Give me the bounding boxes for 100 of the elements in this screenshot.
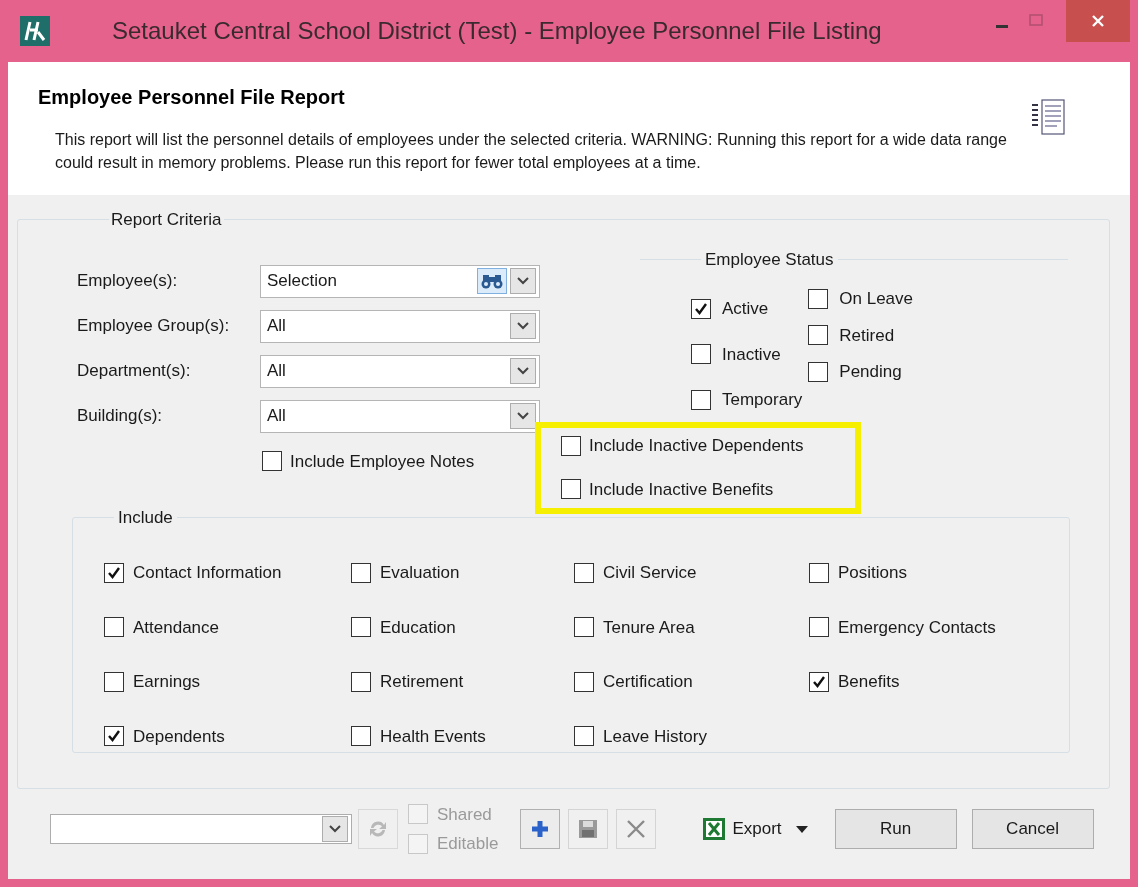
- checkbox[interactable]: [691, 389, 711, 410]
- dropdown-field[interactable]: All: [260, 354, 540, 388]
- spreadsheet-icon: [702, 817, 727, 841]
- checkbox-label: Earnings: [133, 671, 201, 693]
- chevron-down-icon: [517, 412, 529, 420]
- chevron-down-icon: [517, 322, 529, 330]
- maximize-icon: [1029, 14, 1043, 26]
- checkbox-label: Dependents: [133, 725, 225, 748]
- checkbox[interactable]: [351, 562, 371, 583]
- dropdown-field[interactable]: Selection: [260, 264, 540, 298]
- checkbox-label: Leave History: [603, 725, 707, 748]
- checkbox[interactable]: [574, 671, 594, 692]
- field-value: All: [267, 315, 287, 338]
- export-button[interactable]: Export: [702, 811, 808, 847]
- caret-icon: [795, 825, 808, 833]
- check-icon: [694, 301, 708, 316]
- checkbox[interactable]: [351, 671, 371, 692]
- save-icon: [578, 819, 599, 839]
- checkbox-label: Civil Service: [603, 562, 697, 584]
- save-button[interactable]: [568, 809, 609, 849]
- checkbox[interactable]: [809, 671, 829, 692]
- report-title: Employee Personnel File Report: [38, 85, 346, 110]
- checkbox[interactable]: [351, 617, 371, 638]
- field-value: All: [267, 360, 287, 383]
- checkbox-label: Temporary: [722, 389, 803, 411]
- checkbox[interactable]: [691, 298, 711, 319]
- group-title: Report Criteria: [110, 209, 223, 231]
- checkbox-label: Retirement: [380, 671, 464, 693]
- dropdown-button[interactable]: [510, 358, 536, 384]
- checkbox-label: Retired: [839, 324, 895, 347]
- window-title: Setauket Central School District (Test) - Employee Personnel File Listing: [112, 16, 882, 46]
- chevron-down-icon: [517, 367, 529, 375]
- checkbox-label: Certification: [603, 671, 693, 693]
- check-icon: [107, 729, 121, 744]
- minimize-icon: [996, 24, 1008, 28]
- checkbox[interactable]: [561, 435, 581, 456]
- checkbox[interactable]: [351, 726, 371, 747]
- dropdown-button[interactable]: [510, 268, 536, 294]
- checkbox-label: Editable: [437, 833, 499, 855]
- checkbox-label: Evaluation: [380, 562, 460, 584]
- checkbox[interactable]: [104, 671, 124, 692]
- checkbox[interactable]: [808, 288, 829, 309]
- checkbox[interactable]: [574, 562, 594, 583]
- close-icon: [1091, 14, 1105, 28]
- field-label: Employee(s):: [77, 270, 179, 293]
- chevron-down-icon: [329, 825, 341, 833]
- chevron-down-icon: [517, 277, 529, 285]
- checkbox-label: Tenure Area: [603, 616, 695, 639]
- checkbox-label: Contact Information: [133, 562, 282, 584]
- field-label: Building(s):: [77, 405, 164, 428]
- checkbox[interactable]: [809, 562, 829, 583]
- dialog-button[interactable]: Run: [834, 809, 957, 849]
- dropdown-field[interactable]: All: [260, 309, 540, 343]
- field-value: Selection: [267, 270, 338, 293]
- report-description: This report will list the personnel details of employees under the selected criteria. WARNING: Running this report for a wide data range could result in memory problems. Please run this report for fewer total employees at a time.: [55, 130, 1008, 173]
- group-title: Include: [117, 506, 174, 529]
- checkbox-label: Attendance: [133, 616, 219, 639]
- lookup-button[interactable]: [477, 268, 507, 294]
- checkbox-label: Include Employee Notes: [290, 450, 475, 473]
- checkbox-label: Include Inactive Benefits: [589, 478, 774, 501]
- checkbox-label: On Leave: [839, 288, 914, 310]
- checkbox-label: Inactive: [722, 343, 781, 366]
- dialog-button[interactable]: Cancel: [971, 809, 1094, 849]
- checkbox-label: Include Inactive Dependents: [589, 435, 804, 457]
- field-label: Department(s):: [77, 360, 192, 383]
- checkbox[interactable]: [574, 617, 594, 638]
- checkbox-label: Emergency Contacts: [838, 616, 996, 639]
- group-title: Employee Status: [704, 248, 835, 271]
- checkbox-label: Benefits: [838, 671, 900, 693]
- checkbox-label: Positions: [838, 562, 907, 584]
- checkbox[interactable]: [808, 361, 829, 382]
- checkbox[interactable]: [809, 617, 829, 638]
- dropdown-button[interactable]: [510, 313, 536, 339]
- checkbox[interactable]: [574, 726, 594, 747]
- delete-icon: [626, 819, 647, 839]
- checkbox-label: Pending: [839, 361, 902, 383]
- checkbox-label: Shared: [437, 803, 492, 826]
- plus-icon: [530, 819, 551, 839]
- delete-button[interactable]: [616, 809, 657, 849]
- dropdown-button[interactable]: [510, 403, 536, 429]
- checkbox[interactable]: [561, 479, 581, 500]
- field-label: Employee Group(s):: [77, 315, 231, 338]
- check-icon: [107, 565, 121, 580]
- dropdown-field[interactable]: All: [260, 399, 540, 433]
- field-value: All: [267, 405, 287, 428]
- checkbox[interactable]: [104, 617, 124, 638]
- checkbox-label: Education: [380, 616, 456, 639]
- checkbox-label: Health Events: [380, 725, 486, 748]
- report-document-icon: [1030, 98, 1066, 138]
- checkbox[interactable]: [262, 451, 282, 472]
- checkbox-label: Active: [722, 298, 769, 320]
- add-button[interactable]: [520, 809, 561, 849]
- checkbox[interactable]: [808, 325, 829, 346]
- check-icon: [812, 674, 826, 689]
- checkbox[interactable]: [691, 344, 711, 365]
- dropdown-button[interactable]: [322, 816, 348, 842]
- checkbox[interactable]: [104, 726, 124, 747]
- checkbox[interactable]: [104, 562, 124, 583]
- binoculars-icon: [481, 273, 503, 289]
- app-logo-icon: [20, 16, 50, 46]
